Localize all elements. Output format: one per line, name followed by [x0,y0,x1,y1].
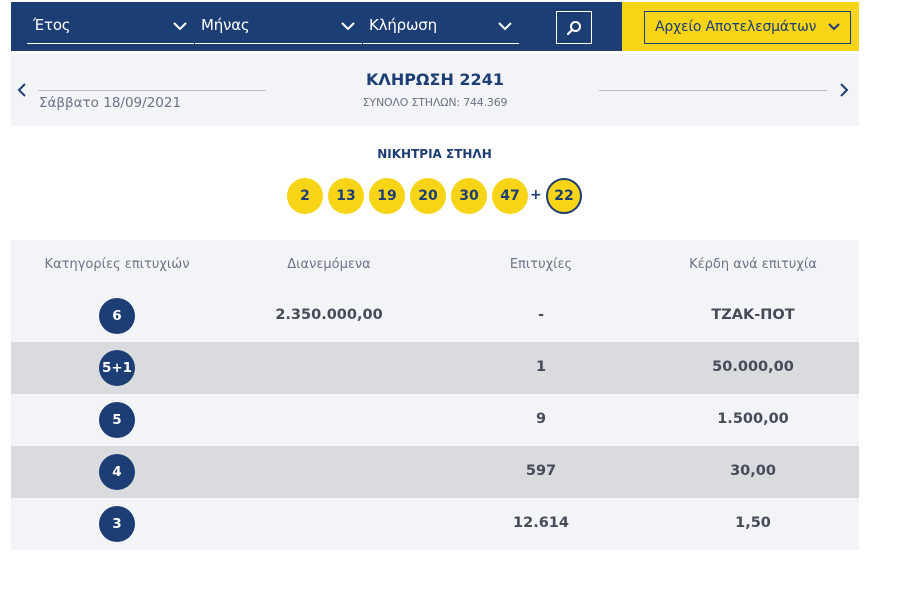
header-winners: Επιτυχίες [509,257,573,272]
joker-ball: 22 [546,178,582,214]
table-row: 6 2.350.000,00 - ΤΖΑΚ-ΠΟΤ [11,290,859,342]
filter-bar: Έτος Μήνας Κλήρωση Αρχείο Αποτελεσμάτων [11,2,859,51]
distributed-amount: 2.350.000,00 [275,307,383,323]
prize-per-winner: 1,50 [735,515,771,531]
category-badge: 3 [99,506,135,542]
table-row: 4 597 30,00 [11,446,859,498]
prize-per-winner: 1.500,00 [717,411,789,427]
header-distributed: Διανεμόμενα [287,257,371,272]
divider-line [599,90,827,91]
chevron-down-icon [341,22,355,31]
draw-title: ΚΛΗΡΩΣΗ 2241 [366,70,504,89]
search-icon [566,20,581,35]
number-ball: 30 [451,178,487,214]
table-row: 5 9 1.500,00 [11,394,859,446]
archive-results-button[interactable]: Αρχείο Αποτελεσμάτων [644,11,851,44]
winners-count: 9 [535,411,547,427]
header-prize: Κέρδη ανά επιτυχία [689,257,817,272]
prize-per-winner: 30,00 [730,463,776,479]
draw-header: Σάββατο 18/09/2021 ΚΛΗΡΩΣΗ 2241 ΣΥΝΟΛΟ Σ… [11,54,859,126]
table-row: 3 12.614 1,50 [11,498,859,550]
winning-column-label: ΝΙΚΗΤΡΙΑ ΣΤΗΛΗ [377,147,492,161]
category-badge: 4 [99,454,135,490]
results-table: Κατηγορίες επιτυχιών Διανεμόμενα Επιτυχί… [11,240,859,550]
winners-count: - [537,307,545,323]
winners-count: 597 [525,463,557,479]
draw-select-label: Κλήρωση [369,16,437,34]
winners-count: 1 [535,359,547,375]
table-header: Κατηγορίες επιτυχιών Διανεμόμενα Επιτυχί… [11,240,859,290]
number-ball: 13 [328,178,364,214]
month-select-label: Μήνας [201,16,250,34]
prize-per-winner: ΤΖΑΚ-ΠΟΤ [711,307,795,323]
number-ball: 2 [287,178,323,214]
category-badge: 6 [99,298,135,334]
winners-count: 12.614 [513,515,569,531]
category-badge: 5+1 [99,350,135,386]
table-row: 5+1 1 50.000,00 [11,342,859,394]
filter-bar-background: Έτος Μήνας Κλήρωση [11,2,622,51]
year-select[interactable]: Έτος [27,12,194,44]
chevron-down-icon [173,22,187,31]
plus-sign: + [530,187,542,203]
archive-panel: Αρχείο Αποτελεσμάτων [622,2,859,51]
chevron-down-icon [498,22,512,31]
total-columns: ΣΥΝΟΛΟ ΣΤΗΛΩΝ: 744.369 [362,96,508,109]
divider-line [38,90,266,91]
number-ball: 19 [369,178,405,214]
prize-per-winner: 50.000,00 [712,359,794,375]
number-ball: 20 [410,178,446,214]
header-categories: Κατηγορίες επιτυχιών [44,257,190,272]
draw-select[interactable]: Κλήρωση [363,12,519,44]
year-select-label: Έτος [33,16,71,34]
archive-results-label: Αρχείο Αποτελεσμάτων [655,19,817,35]
chevron-right-icon[interactable] [837,82,851,98]
chevron-down-icon [828,23,840,31]
category-badge: 5 [99,402,135,438]
month-select[interactable]: Μήνας [195,12,362,44]
number-ball: 47 [492,178,528,214]
search-button[interactable] [556,11,592,44]
